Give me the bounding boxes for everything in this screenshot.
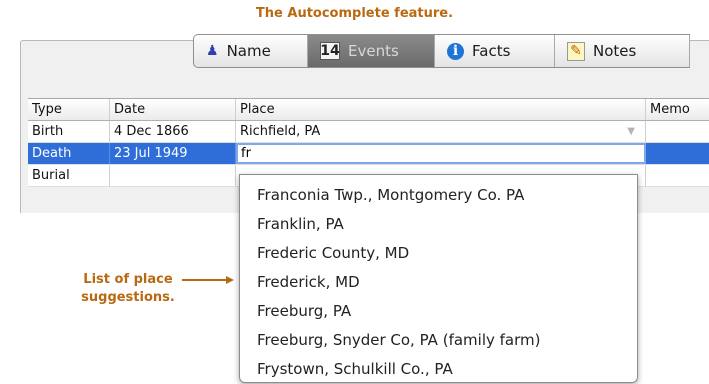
tab-name-label: Name (226, 42, 271, 60)
tab-name[interactable]: ♟ Name (194, 35, 308, 67)
table-row-selected[interactable]: Death 23 Jul 1949 fr (28, 143, 709, 165)
table-header: Type Date Place Memo (28, 99, 709, 121)
tab-events[interactable]: 14 Events (308, 35, 435, 67)
suggestion-item[interactable]: Franconia Twp., Montgomery Co. PA (240, 181, 637, 210)
annotation-line-1: List of place (83, 272, 173, 287)
memo-cell[interactable] (646, 143, 709, 164)
memo-cell[interactable] (646, 165, 709, 186)
tab-events-label: Events (348, 42, 399, 60)
notepad-icon: ✎ (567, 41, 585, 61)
suggestion-item[interactable]: Freeburg, PA (240, 297, 637, 326)
date-cell[interactable] (110, 165, 236, 186)
place-input[interactable]: fr (236, 143, 646, 164)
column-header-place[interactable]: Place (236, 99, 646, 120)
column-header-type[interactable]: Type (28, 99, 110, 120)
info-icon: i (447, 42, 464, 60)
date-cell[interactable]: 23 Jul 1949 (110, 143, 236, 164)
calendar-icon: 14 (320, 42, 340, 60)
annotation-label: List of place suggestions. (58, 271, 198, 307)
autocomplete-suggestions: Franconia Twp., Montgomery Co. PA Frankl… (239, 174, 638, 383)
memo-cell[interactable] (646, 121, 709, 142)
tab-bar: ♟ Name 14 Events i Facts ✎ Notes (193, 34, 690, 68)
column-header-memo[interactable]: Memo (646, 99, 709, 120)
figure-caption: The Autocomplete feature. (255, 6, 454, 21)
place-value: Richfield, PA (240, 124, 321, 139)
date-cell[interactable]: 4 Dec 1866 (110, 121, 236, 142)
suggestion-item[interactable]: Frederic County, MD (240, 239, 637, 268)
type-cell[interactable]: Death (28, 143, 110, 164)
table-row[interactable]: Birth 4 Dec 1866 Richfield, PA ▼ (28, 121, 709, 143)
annotation-line-2: suggestions. (81, 290, 175, 305)
place-cell[interactable]: Richfield, PA ▼ (236, 121, 646, 142)
annotation-arrow-icon (182, 276, 234, 284)
suggestion-item[interactable]: Frystown, Schulkill Co., PA (240, 355, 637, 384)
tab-notes-label: Notes (593, 42, 637, 60)
dropdown-arrow-icon[interactable]: ▼ (627, 121, 635, 142)
tab-facts[interactable]: i Facts (435, 35, 555, 67)
column-header-date[interactable]: Date (110, 99, 236, 120)
tab-notes[interactable]: ✎ Notes (555, 35, 690, 67)
suggestion-item[interactable]: Freeburg, Snyder Co, PA (family farm) (240, 326, 637, 355)
suggestion-item[interactable]: Franklin, PA (240, 210, 637, 239)
suggestion-item[interactable]: Frederick, MD (240, 268, 637, 297)
type-cell[interactable]: Birth (28, 121, 110, 142)
person-icon: ♟ (206, 43, 219, 59)
tab-facts-label: Facts (472, 42, 511, 60)
type-cell[interactable]: Burial (28, 165, 110, 186)
